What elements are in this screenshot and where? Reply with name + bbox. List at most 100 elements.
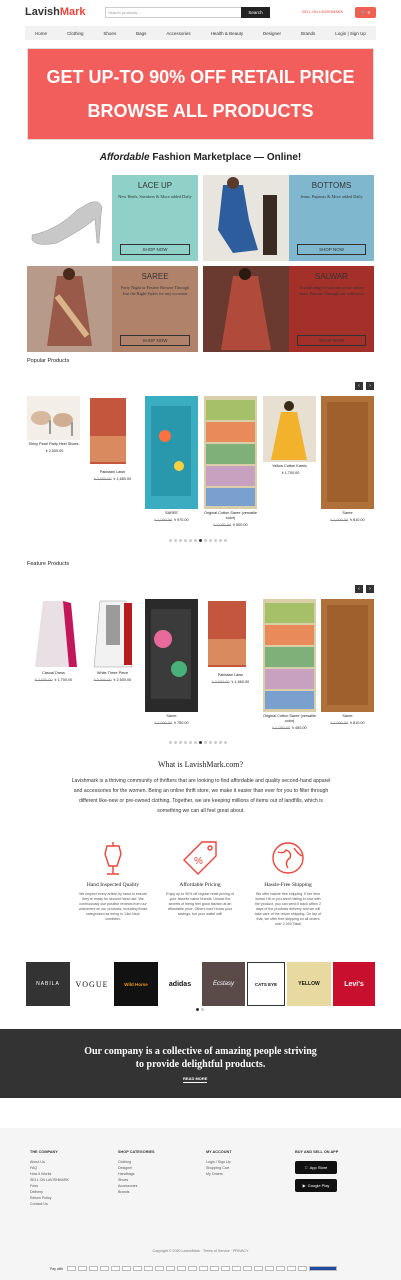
- popular-prev-button[interactable]: ‹: [355, 382, 363, 390]
- product-name: Original Cotton Saree (versatile color): [263, 714, 316, 723]
- feature-next-button[interactable]: ›: [366, 585, 374, 593]
- play-icon: ▶: [302, 1183, 306, 1188]
- product-card[interactable]: Shiny Pearl Party Heel Shoes ৳ 2,000.00: [27, 396, 80, 455]
- product-card[interactable]: Casual Dress ৳ 2,000.00 ৳ 1,700.00: [27, 599, 80, 684]
- product-card[interactable]: Pakistani Lawn ৳ 2,000.00 ৳ 1,660.00: [204, 599, 257, 686]
- shop-now-button[interactable]: SHOP NOW: [120, 335, 190, 346]
- current-price: ৳ 1,700.00: [281, 471, 300, 475]
- payment-icon: [155, 1266, 165, 1271]
- brand-vogue[interactable]: VOGUE: [72, 962, 112, 1006]
- nav-item-login[interactable]: Login | Sign Up: [335, 31, 366, 36]
- brand-ecstasy[interactable]: Ecstasy: [202, 962, 245, 1006]
- product-image: [86, 599, 139, 669]
- product-card[interactable]: Saree ৳ 1,000.00 ৳ 750.00: [145, 599, 198, 727]
- cart-button[interactable]: 🛒 0: [355, 7, 376, 18]
- payment-icon: [309, 1266, 338, 1271]
- main-nav: Home Clothing Shoes Bags Accessories Hea…: [25, 26, 376, 40]
- current-price: ৳ 2,000.00: [45, 449, 64, 453]
- saree-image[interactable]: [27, 266, 112, 352]
- shop-now-button[interactable]: SHOP NOW: [120, 244, 190, 255]
- old-price: ৳ 1,000.00: [330, 721, 349, 725]
- old-price: ৳ 2,000.00: [211, 680, 230, 684]
- brand-cats-eye[interactable]: CATS EYE: [247, 962, 285, 1006]
- brand-wild-horse[interactable]: Wild Horse: [114, 962, 158, 1006]
- product-card[interactable]: Yellow Cotton Kamiz ৳ 1,700.00: [263, 396, 316, 477]
- footer-link[interactable]: My Orders: [206, 1171, 232, 1177]
- brand-pagination[interactable]: [196, 1008, 204, 1011]
- nav-item-accessories[interactable]: Accessories: [166, 31, 190, 36]
- product-card[interactable]: Original Cotton Saree (versatile color) …: [263, 599, 316, 732]
- nav-item-designer[interactable]: Designer: [263, 31, 281, 36]
- read-more-button[interactable]: READ MORE: [183, 1076, 208, 1083]
- feature-prev-button[interactable]: ‹: [355, 585, 363, 593]
- popular-next-button[interactable]: ›: [366, 382, 374, 390]
- search-input[interactable]: Search products...: [105, 7, 242, 18]
- footer-link[interactable]: Contact Us: [30, 1201, 69, 1207]
- salwar-image[interactable]: [203, 266, 289, 352]
- product-price: ৳ 1,000.00 ৳ 750.00: [145, 720, 198, 727]
- payment-icon: [89, 1266, 99, 1271]
- app-store-button[interactable]: App Store: [295, 1161, 337, 1174]
- product-image: [27, 599, 80, 669]
- chevron-left-icon: ‹: [358, 383, 360, 389]
- category-desc: Jeans, Pajamas & More added Daily: [300, 194, 363, 199]
- brand-yellow[interactable]: YELLOW: [287, 962, 331, 1006]
- product-image: [204, 396, 257, 509]
- brand-adidas[interactable]: adidas: [160, 962, 200, 1006]
- category-title: BOTTOMS: [311, 181, 352, 190]
- old-price: ৳ 1,000.00: [154, 721, 173, 725]
- product-card[interactable]: Saree ৳ 1,000.00 ৳ 810.00: [321, 396, 374, 524]
- google-play-button[interactable]: ▶ Google Play: [295, 1179, 337, 1192]
- lace-up-image[interactable]: [27, 175, 112, 261]
- nav-item-brands[interactable]: Brands: [301, 31, 315, 36]
- about-text: Lavishmark is a thriving community of th…: [71, 778, 331, 814]
- cart-count: 0: [367, 10, 371, 15]
- product-card[interactable]: White Three Piece ৳ 3,000.00 ৳ 2,500.00: [86, 599, 139, 684]
- old-price: ৳ 1,050.00: [272, 726, 291, 730]
- product-card[interactable]: Pakistani Lawn ৳ 2,000.00 ৳ 1,660.00: [86, 396, 139, 483]
- product-price: ৳ 1,050.00 ৳ 450.00: [263, 725, 316, 732]
- popular-products-title: Popular Products: [27, 358, 70, 364]
- tagline: Affordable Fashion Marketplace — Online!: [0, 152, 401, 163]
- feature-text: We offer hassle free shipping. If the it…: [254, 892, 322, 926]
- nav-item-home[interactable]: Home: [35, 31, 47, 36]
- shop-now-button[interactable]: SHOP NOW: [297, 335, 366, 346]
- product-card[interactable]: SAREE ৳ 1,050.00 ৳ 970.00: [145, 396, 198, 524]
- feature-pagination[interactable]: [169, 741, 227, 744]
- brand-levis[interactable]: Levi's: [333, 962, 375, 1006]
- nav-item-bags[interactable]: Bags: [136, 31, 146, 36]
- popular-pagination[interactable]: [169, 539, 227, 542]
- svg-text:%: %: [194, 856, 203, 867]
- product-image: [263, 396, 316, 462]
- nav-item-shoes[interactable]: Shoes: [103, 31, 116, 36]
- product-card[interactable]: Saree ৳ 1,000.00 ৳ 810.00: [321, 599, 374, 727]
- shop-now-button[interactable]: SHOP NOW: [297, 244, 366, 255]
- feature-text: We inspect every article by hand to ensu…: [78, 892, 148, 921]
- sell-link[interactable]: SELL ON LAVISHMARK: [302, 10, 343, 14]
- app-store-label: App Store: [308, 1165, 328, 1170]
- footer-col-account: MY ACCOUNT Login / Sign Up Shopping Cart…: [206, 1150, 232, 1177]
- product-card[interactable]: Original Cotton Saree (versatile color) …: [204, 396, 257, 529]
- current-price: ৳ 2,500.00: [113, 678, 132, 682]
- search-button[interactable]: Search: [241, 7, 270, 18]
- product-name: Pakistani Lawn: [217, 673, 244, 677]
- salwar-box: SALWAR A wide range of salwars at our on…: [289, 266, 374, 352]
- nav-item-clothing[interactable]: Clothing: [67, 31, 84, 36]
- current-price: ৳ 810.00: [350, 721, 365, 725]
- footer-col-title: THE COMPANY: [30, 1150, 58, 1154]
- payment-icon: [243, 1266, 253, 1271]
- product-price: ৳ 2,000.00 ৳ 1,700.00: [27, 677, 80, 684]
- category-desc: New Heels, Sneakers & More added Daily: [118, 194, 192, 199]
- product-image: [321, 396, 374, 509]
- payment-icon: [210, 1266, 220, 1271]
- cart-icon: 🛒: [360, 10, 367, 15]
- brand-nabila[interactable]: NABILA: [26, 962, 70, 1006]
- bottoms-image[interactable]: [203, 175, 289, 261]
- payment-icon: [188, 1266, 198, 1271]
- nav-item-health-beauty[interactable]: Health & Beauty: [211, 31, 244, 36]
- footer-link[interactable]: Brands: [118, 1189, 155, 1195]
- promo-banner[interactable]: GET UP-TO 90% OFF RETAIL PRICE BROWSE AL…: [27, 48, 374, 140]
- banner-line-1: GET UP-TO 90% OFF RETAIL PRICE: [46, 67, 355, 87]
- site-logo[interactable]: LavishMark: [25, 6, 86, 18]
- feature-block: % Affordable Pricing Enjoy up to 90% off…: [165, 838, 235, 917]
